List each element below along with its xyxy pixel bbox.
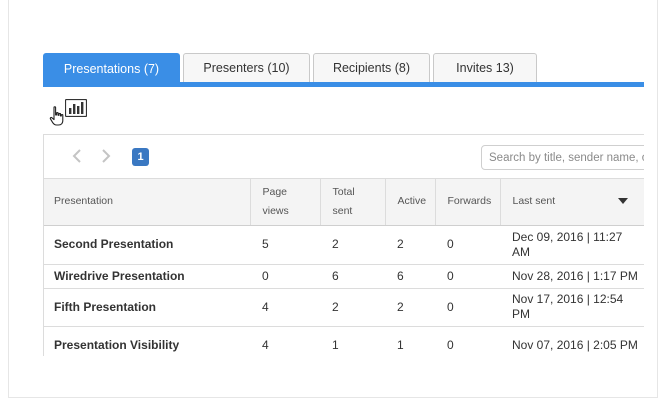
last-sent-cell: Nov 17, 2016 | 12:54 PM [500, 288, 644, 327]
presentation-title[interactable]: Fifth Presentation [44, 288, 250, 327]
last-sent-cell: Dec 09, 2016 | 11:27 AM [500, 225, 644, 265]
pager-row: 1 [44, 135, 644, 179]
table-row[interactable]: Presentation Visibility 4 1 1 0 Nov 07, … [44, 326, 644, 356]
page-views-cell: 5 [250, 225, 320, 265]
table-row[interactable]: Second Presentation 5 2 2 0 Dec 09, 2016… [44, 225, 644, 265]
bar-chart-icon[interactable] [65, 99, 87, 117]
toolbar [43, 87, 644, 134]
forwards-cell: 0 [435, 264, 500, 289]
column-header-total-sent[interactable]: Total sent [320, 179, 386, 226]
forwards-cell: 0 [435, 326, 500, 356]
search-input[interactable] [481, 145, 644, 170]
forwards-cell: 0 [435, 288, 500, 327]
presentations-panel: 1 Presentation Pageviews Totalsent Activ… [43, 134, 644, 356]
tab-presenters[interactable]: Presenters (10) [183, 53, 310, 82]
table-row[interactable]: Wiredrive Presentation 0 6 6 0 Nov 28, 2… [44, 264, 644, 289]
chevron-left-icon[interactable] [70, 148, 84, 164]
presentation-title[interactable]: Presentation Visibility [44, 326, 250, 356]
last-sent-cell: Nov 28, 2016 | 1:17 PM [500, 264, 644, 289]
active-cell: 6 [385, 264, 435, 289]
last-sent-cell: Nov 07, 2016 | 2:05 PM [500, 326, 644, 356]
page-views-cell: 4 [250, 326, 320, 356]
page-number-badge[interactable]: 1 [132, 148, 149, 166]
tab-presentations[interactable]: Presentations (7) [43, 53, 180, 83]
column-header-active[interactable]: Active [385, 179, 436, 226]
table-header-row: Presentation Page views Total sent Active … [44, 179, 644, 226]
presentation-title[interactable]: Wiredrive Presentation [44, 264, 250, 289]
forwards-cell: 0 [435, 225, 500, 265]
chevron-right-icon[interactable] [99, 148, 113, 164]
active-cell: 2 [385, 225, 435, 265]
active-cell: 2 [385, 288, 435, 327]
hand-pointer-icon [49, 106, 64, 126]
column-header-page-views[interactable]: Page views [250, 179, 321, 226]
active-cell: 1 [385, 326, 435, 356]
presentation-title[interactable]: Second Presentation [44, 225, 250, 265]
presentations-table: Presentation Page views Total sent Active … [44, 179, 644, 356]
column-header-forwards[interactable]: Forwards [435, 179, 501, 226]
tab-bar: Presentations (7) Presenters (10) Recipi… [43, 53, 540, 83]
caret-down-icon[interactable] [618, 198, 628, 204]
tab-recipients[interactable]: Recipients (8) [313, 53, 430, 82]
tab-invites[interactable]: Invites 13) [433, 53, 537, 82]
total-sent-cell: 1 [320, 326, 385, 356]
page-views-cell: 4 [250, 288, 320, 327]
total-sent-cell: 2 [320, 225, 385, 265]
total-sent-cell: 6 [320, 264, 385, 289]
total-sent-cell: 2 [320, 288, 385, 327]
column-header-last-sent[interactable]: Last sent [500, 179, 644, 226]
table-row[interactable]: Fifth Presentation 4 2 2 0 Nov 17, 2016 … [44, 288, 644, 327]
column-header-presentation[interactable]: Presentation [44, 179, 251, 226]
page-views-cell: 0 [250, 264, 320, 289]
